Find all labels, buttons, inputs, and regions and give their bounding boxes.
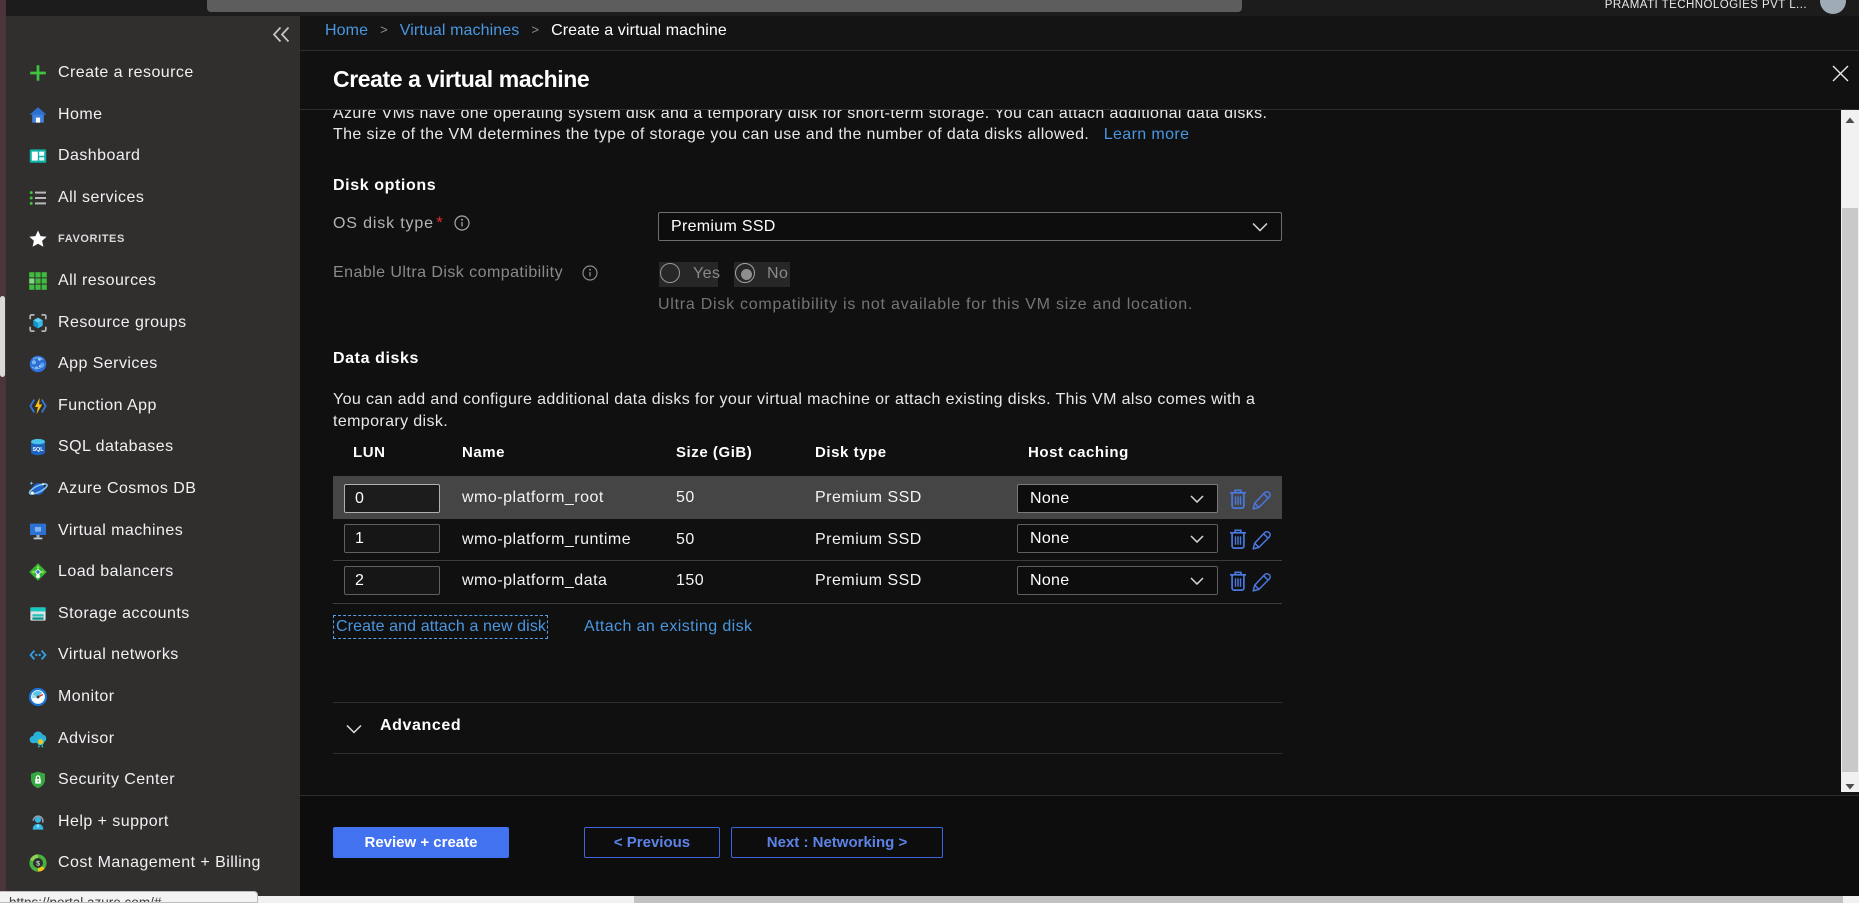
svg-text:$: $ (36, 860, 40, 867)
svg-text:SQL: SQL (32, 447, 44, 453)
